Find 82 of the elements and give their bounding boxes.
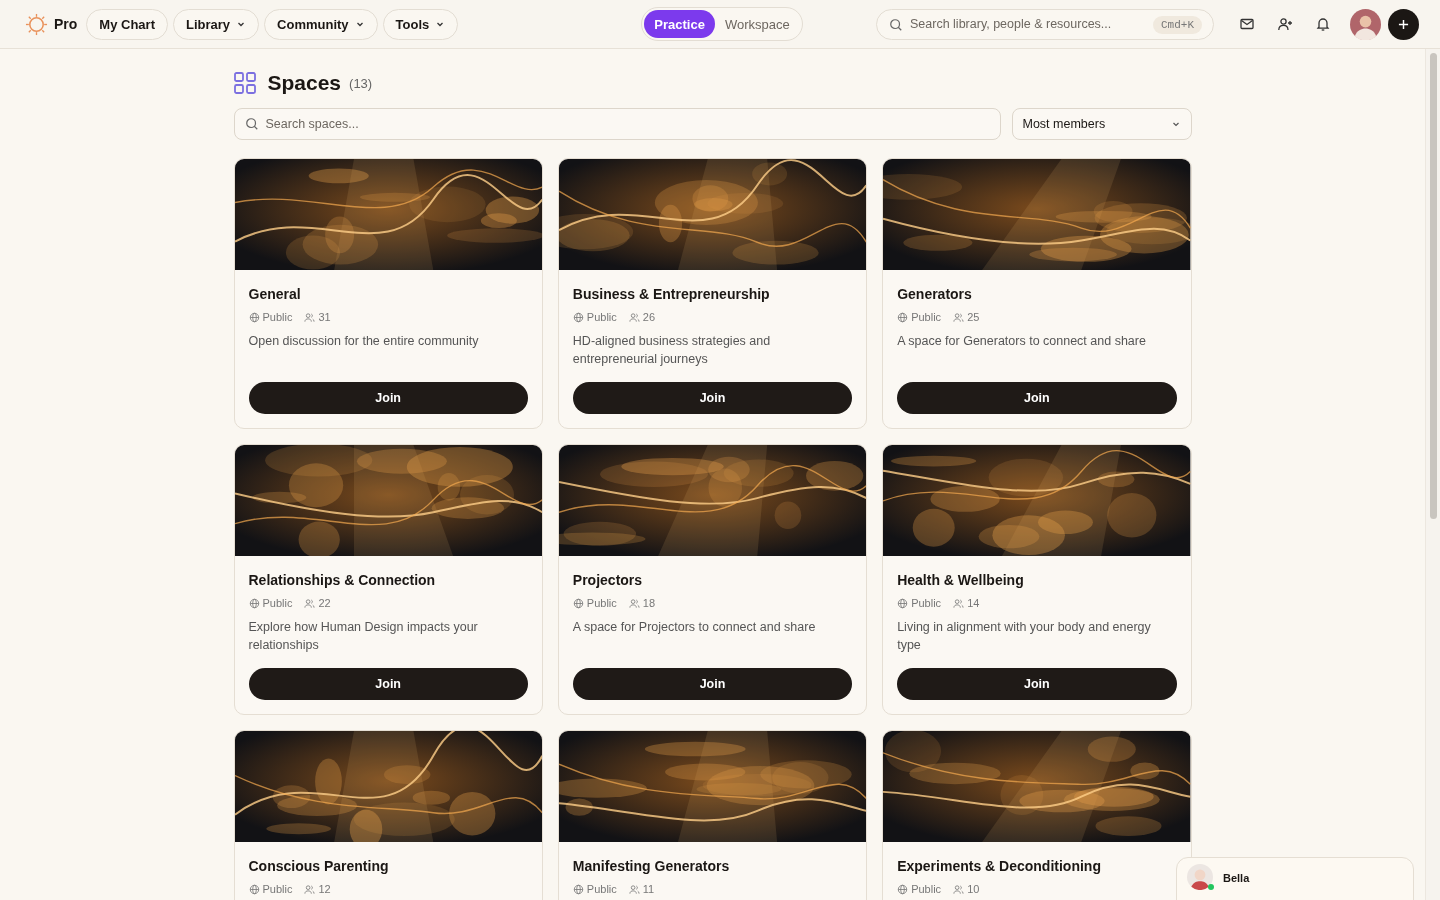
globe-icon (572, 883, 584, 895)
nav-button[interactable]: Community (264, 8, 378, 40)
space-description: Open discussion for the entire community (248, 333, 480, 350)
members-icon (628, 597, 640, 609)
sort-dropdown[interactable]: Most members (1011, 108, 1192, 140)
bell-icon[interactable] (1315, 16, 1331, 32)
visibility-label: Public (262, 311, 293, 323)
space-name: Health & Wellbeing (897, 572, 1025, 588)
join-button[interactable]: Join (897, 382, 1177, 414)
space-name: Business & Entrepreneurship (572, 286, 771, 302)
mail-icon[interactable] (1239, 16, 1255, 32)
member-count: 31 (318, 311, 331, 323)
visibility-label: Public (586, 311, 617, 323)
mode-tab[interactable]: Workspace (714, 10, 800, 38)
member-count: 14 (967, 597, 980, 609)
chat-widget[interactable]: Bella (1176, 857, 1414, 900)
members-icon (628, 311, 640, 323)
members-icon (304, 883, 316, 895)
members-icon (304, 311, 316, 323)
join-button[interactable]: Join (897, 668, 1177, 700)
space-description: A space for Generators to connect and share (897, 333, 1147, 350)
space-description: Living in alignment with your body and energy type (897, 619, 1152, 654)
member-count: 22 (318, 597, 331, 609)
globe-icon (897, 597, 909, 609)
member-count: 18 (642, 597, 656, 609)
logo-icon (25, 12, 48, 36)
scrollbar-thumb[interactable] (1429, 53, 1437, 519)
members-icon (953, 597, 965, 609)
member-count: 25 (967, 311, 980, 323)
nav-button[interactable]: Library (172, 8, 260, 40)
visibility-label: Public (911, 311, 942, 323)
globe-icon (897, 883, 909, 895)
space-name: Projectors (572, 572, 644, 588)
members-icon (953, 883, 965, 895)
member-count: 12 (318, 883, 331, 895)
members-icon (953, 311, 965, 323)
members-icon (628, 883, 640, 895)
nav-button[interactable]: Tools (382, 8, 459, 40)
join-button[interactable]: Join (572, 382, 853, 414)
visibility-label: Public (262, 883, 293, 895)
brand-label: Pro (54, 16, 78, 32)
join-button[interactable]: Join (572, 668, 853, 700)
member-count: 11 (642, 883, 655, 895)
avatar (1187, 864, 1213, 890)
space-name: General (248, 286, 302, 302)
member-count: 26 (642, 311, 656, 323)
globe-icon (248, 883, 260, 895)
globe-icon (897, 311, 909, 323)
space-name: Relationships & Connection (248, 572, 437, 588)
search-icon (244, 117, 259, 131)
globe-icon (572, 597, 584, 609)
add-user-icon[interactable] (1277, 16, 1293, 32)
space-name: Experiments & Deconditioning (897, 858, 1102, 874)
page-title: Spaces (267, 71, 342, 95)
globe-icon (248, 311, 260, 323)
space-name: Generators (897, 286, 973, 302)
join-button[interactable]: Join (248, 382, 528, 414)
avatar[interactable] (1350, 8, 1381, 40)
space-description: HD-aligned business strategies and entrepreneurial journeys (572, 333, 772, 368)
space-name: Conscious Parenting (248, 858, 390, 874)
join-button[interactable]: Join (248, 668, 528, 700)
search-field[interactable]: Search spaces... (233, 108, 1001, 140)
globe-icon (572, 311, 584, 323)
visibility-label: Public (586, 597, 617, 609)
chat-name: Bella (1223, 872, 1250, 884)
space-count: (13) (349, 75, 373, 91)
globe-icon (248, 597, 260, 609)
mode-tab[interactable]: Practice (644, 10, 715, 38)
plus-icon (1398, 18, 1409, 30)
space-name: Manifesting Generators (572, 858, 731, 874)
members-icon (304, 597, 316, 609)
member-count: 10 (967, 883, 980, 895)
visibility-label: Public (262, 597, 293, 609)
visibility-label: Public (586, 883, 617, 895)
visibility-label: Public (911, 597, 942, 609)
add-button[interactable] (1388, 8, 1419, 40)
space-description: A space for Projectors to connect and share (572, 619, 817, 636)
search-icon (889, 17, 903, 32)
nav-button[interactable]: My Chart (86, 8, 168, 40)
grid-icon (233, 72, 256, 94)
visibility-label: Public (911, 883, 942, 895)
space-description: Explore how Human Design impacts your relationships (248, 619, 479, 654)
